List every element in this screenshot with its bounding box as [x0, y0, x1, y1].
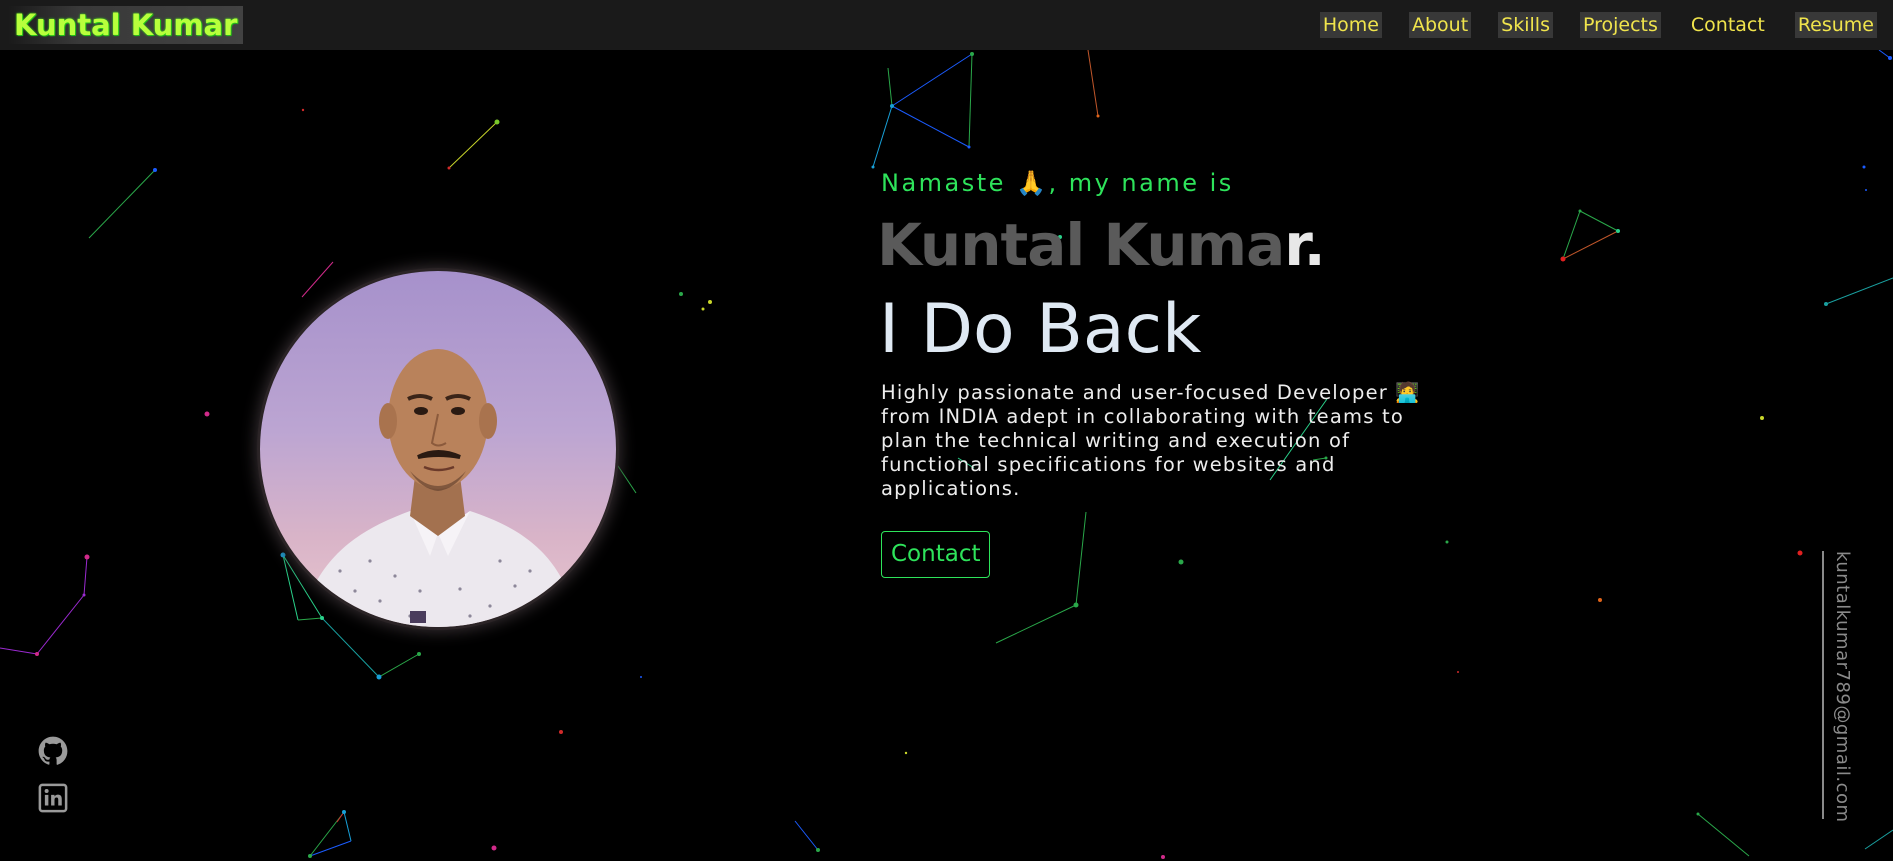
email-link[interactable]: kuntalkumar789@gmail.com	[1832, 551, 1853, 823]
linkedin-icon[interactable]	[38, 783, 68, 813]
nav-links: Home About Skills Projects Contact Resum…	[1293, 12, 1877, 38]
linkedin-icon-glyph	[38, 783, 68, 813]
greeting-text: Namaste 🙏, my name is	[881, 169, 1234, 197]
contact-button[interactable]: Contact	[881, 531, 991, 578]
nav-link-home[interactable]: Home	[1319, 12, 1382, 38]
profile-photo-illustration	[300, 349, 578, 627]
site-logo[interactable]: Kuntal Kumar	[8, 6, 244, 44]
email-divider-line	[1822, 551, 1824, 819]
nav-link-contact[interactable]: Contact	[1688, 12, 1768, 38]
profile-photo	[260, 271, 616, 627]
social-links	[38, 736, 68, 830]
navbar: Kuntal Kumar Home About Skills Projects …	[0, 0, 1893, 50]
hero-name: Kuntal Kumar.	[877, 211, 1441, 279]
email-sidebar: kuntalkumar789@gmail.com	[1818, 551, 1858, 823]
page: Kuntal Kumar Home About Skills Projects …	[0, 0, 1893, 861]
hero-name-main: Kuntal Kuma	[877, 211, 1285, 279]
nav-link-projects[interactable]: Projects	[1579, 12, 1661, 38]
hero-bio: Highly passionate and user-focused Devel…	[881, 381, 1421, 500]
hero-section: Namaste 🙏, my name is Kuntal Kumar. I Do…	[877, 165, 1441, 578]
hero-tagline: I Do Back	[879, 290, 1202, 369]
hero-name-tail: r.	[1284, 211, 1325, 279]
nav-link-resume[interactable]: Resume	[1794, 12, 1877, 38]
nav-link-skills[interactable]: Skills	[1498, 12, 1553, 38]
nav-link-about[interactable]: About	[1408, 12, 1472, 38]
github-icon[interactable]	[38, 736, 68, 766]
github-icon-glyph	[38, 736, 68, 765]
